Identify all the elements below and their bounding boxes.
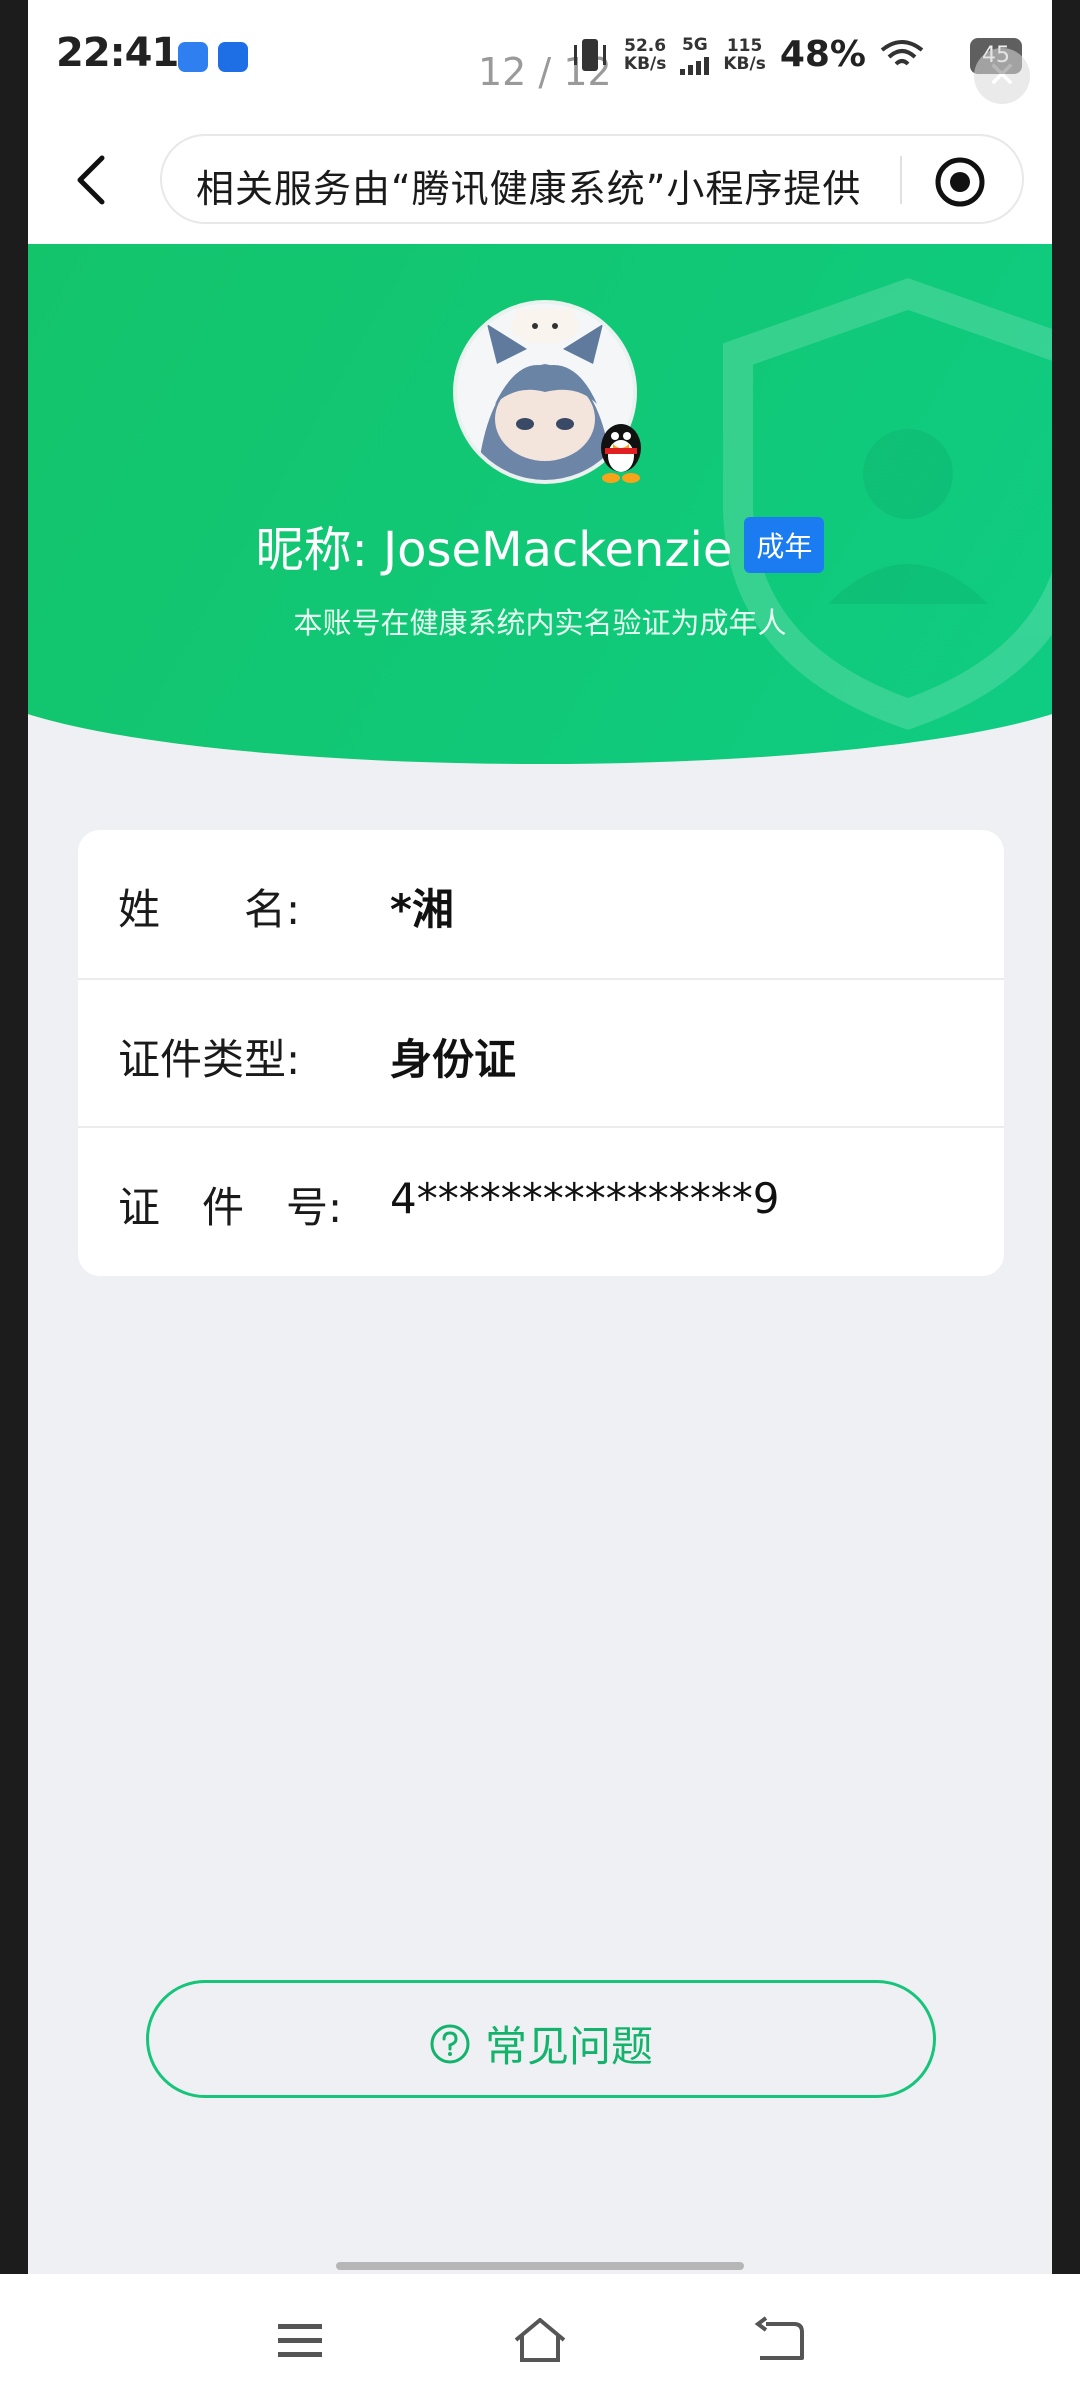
net-speed-1-unit: KB/s [623,53,667,74]
home-icon[interactable] [510,2310,570,2370]
cellular-signal: 5G [680,34,710,75]
left-border [0,0,28,2274]
right-border [1052,0,1080,2274]
status-bar: 22:41 12 / 12 52.6 KB/s 5G 115 KB/s 48% … [28,0,1052,120]
faq-button[interactable]: 常见问题 [146,1980,936,2098]
verification-note: 本账号在健康系统内实名验证为成年人 [293,606,787,640]
close-button[interactable]: ✕ [974,48,1030,104]
back-nav-icon[interactable] [750,2310,810,2370]
shield-decoration-icon [723,278,1052,730]
miniprogram-target-icon[interactable] [932,154,988,210]
system-nav-bar [0,2274,1080,2400]
page: 22:41 12 / 12 52.6 KB/s 5G 115 KB/s 48% … [28,0,1052,2274]
identity-info-card: 姓 名: *湘 证件类型: 身份证 证 件 号: 4**************… [78,830,1004,1276]
menu-icon[interactable] [270,2310,330,2370]
nickname-row: 昵称: JoseMackenzie 成年 [28,510,1052,580]
network-type: 5G [681,34,708,55]
name-label: 姓 名: [118,885,301,934]
info-row-name: 姓 名: *湘 [78,830,1004,978]
faq-content: 常见问题 [149,2013,933,2074]
nav-bar: 相关服务由“腾讯健康系统”小程序提供 [28,120,1052,244]
battery-percent: 48% [779,34,866,75]
wifi-icon [880,39,924,65]
net-speed-2: 115 KB/s [723,37,765,73]
net-speed-1-value: 52.6 [624,35,667,56]
title-divider [900,156,902,204]
vibrate-icon [573,38,606,71]
id-number-label: 证 件 号: [118,1183,343,1232]
net-speed-1: 52.6 KB/s [624,37,666,73]
status-time: 22:41 [56,30,179,76]
service-title-bar[interactable]: 相关服务由“腾讯健康系统”小程序提供 [160,134,1024,224]
id-number-value: 4****************9 [390,1174,780,1223]
id-type-label: 证件类型: [118,1035,301,1084]
notification-app-icon [178,42,208,72]
home-indicator[interactable] [336,2262,744,2270]
net-speed-2-unit: KB/s [723,53,766,74]
adult-badge: 成年 [744,517,825,573]
back-arrow-icon [77,155,105,205]
faq-label: 常见问题 [484,2022,653,2071]
back-button[interactable] [62,148,126,212]
service-title: 相关服务由“腾讯健康系统”小程序提供 [196,167,862,211]
qq-penguin-icon [601,424,641,483]
question-circle-icon [430,2024,470,2063]
info-row-id-number: 证 件 号: 4****************9 [78,1126,1004,1276]
signal-bars-icon [680,55,710,75]
info-row-id-type: 证件类型: 身份证 [78,978,1004,1128]
status-right: 52.6 KB/s 5G 115 KB/s 48% [570,34,1028,75]
id-type-value: 身份证 [390,1035,517,1084]
gallery-notification-icon [218,42,248,72]
nickname: 昵称: JoseMackenzie [255,522,733,578]
net-speed-2-value: 115 [726,35,763,56]
name-value: *湘 [390,885,454,934]
